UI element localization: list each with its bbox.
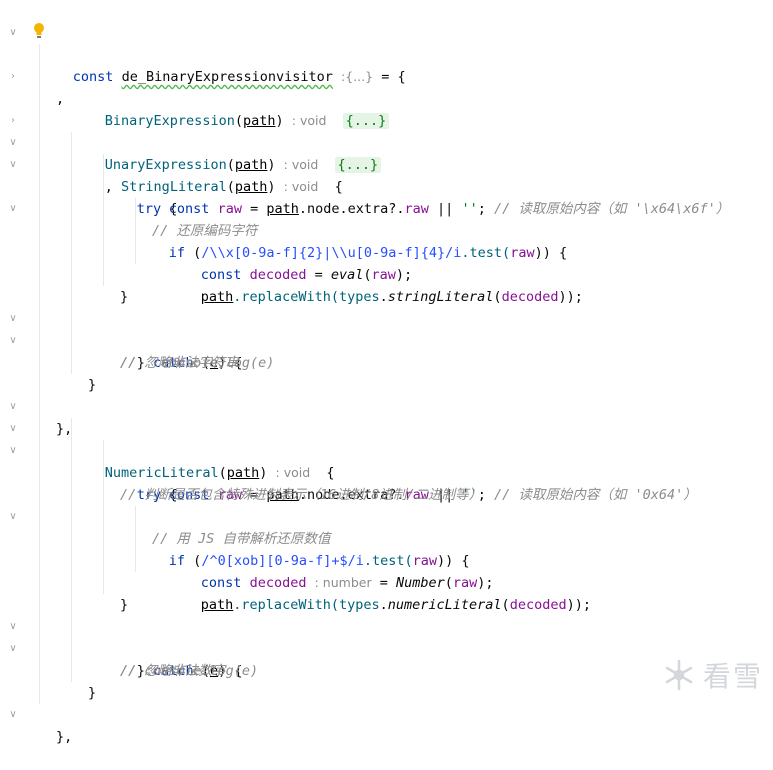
param: path: [200, 597, 234, 613]
code-line[interactable]: ∨ },: [0, 374, 72, 437]
code-line[interactable]: ∨ const de_BinaryExpressionvisitor :{...…: [0, 0, 405, 85]
comment: // 读取原始内容（如 '\x64\x6f'）: [493, 201, 730, 217]
variable: raw: [510, 245, 535, 261]
code-line[interactable]: path.replaceWith(types.stringLiteral(dec…: [0, 242, 583, 305]
code-line[interactable]: // console.log(e): [0, 638, 258, 679]
comment: // 用 JS 自带解析还原数值: [152, 531, 331, 547]
folded-region[interactable]: {...}: [342, 113, 390, 129]
code-text: },: [56, 729, 73, 745]
code-line[interactable]: // console.log(e): [0, 330, 274, 371]
fold-expanded-icon[interactable]: ∨: [8, 22, 18, 44]
code-text: = {: [373, 69, 406, 85]
keyword: const: [168, 201, 210, 217]
code-line[interactable]: ∨ , StringLiteral(path) : void {: [0, 110, 342, 195]
object-ref: types: [338, 289, 380, 305]
code-text: .: [379, 289, 388, 305]
code-line[interactable]: // 判断是否包含特殊进制表示（16进制/8进制/二进制等）: [0, 462, 482, 503]
code-line[interactable]: }: [0, 660, 96, 701]
method-name: BinaryExpression: [104, 113, 235, 129]
code-text: }: [120, 289, 129, 305]
code-line[interactable]: }: [0, 264, 128, 305]
variable: decoded: [501, 289, 559, 305]
comment: // 读取原始内容（如 '0x64'）: [493, 487, 697, 503]
string-literal: '': [461, 201, 478, 217]
variable: decoded: [509, 597, 567, 613]
function-call: stringLiteral: [387, 289, 494, 305]
type-hint: :{...}: [341, 69, 374, 84]
method-call: .replaceWith(: [233, 289, 339, 305]
code-text: ;: [477, 201, 494, 217]
code-line[interactable]: const decoded : number = Number(raw);: [0, 528, 494, 591]
code-text: .node.extra?.: [298, 201, 405, 217]
code-text: }: [88, 377, 97, 393]
param: path: [200, 289, 234, 305]
watermark: 看雪: [663, 655, 763, 695]
code-line[interactable]: ∨ try {: [0, 418, 177, 503]
code-editor[interactable]: ∨ const de_BinaryExpressionvisitor :{...…: [0, 0, 773, 745]
code-line[interactable]: const raw = path.node.extra?.raw || ''; …: [0, 154, 729, 217]
code-text: =: [241, 201, 267, 217]
variable: raw: [217, 201, 242, 217]
param: path: [266, 201, 299, 217]
code-text: }: [88, 685, 97, 701]
object-ref: types: [338, 597, 380, 613]
code-text: ||: [428, 201, 462, 217]
code-text: }: [120, 597, 129, 613]
code-line[interactable]: › UnaryExpression(path) : void {...}: [0, 88, 382, 173]
function-call: numericLiteral: [387, 597, 502, 613]
param: path: [242, 113, 276, 129]
code-text: ));: [566, 597, 591, 613]
code-text: )) {: [534, 245, 568, 261]
method-call: .replaceWith(: [233, 597, 339, 613]
code-text: .: [379, 597, 388, 613]
type-hint: : void: [291, 113, 327, 128]
code-line[interactable]: › BinaryExpression(path) : void {...}: [0, 44, 390, 129]
code-line[interactable]: ∨ if (/^0[xob][0-9a-f]+$/i.test(raw)) {: [0, 484, 469, 569]
code-text: ,: [56, 91, 65, 107]
property: raw: [404, 201, 429, 217]
code-line[interactable]: ∨ // 忽略非法数字: [0, 616, 225, 679]
code-line[interactable]: // 还原编码字符: [0, 198, 257, 239]
code-line[interactable]: }: [0, 352, 96, 393]
code-line[interactable]: ∨ NumericLiteral(path) : void {: [0, 396, 334, 481]
code-line[interactable]: ∨ } catch (e) {: [0, 286, 242, 371]
comment: // console.log(e): [120, 355, 275, 371]
code-line[interactable]: }: [0, 572, 128, 613]
comment: // console.log(e): [120, 663, 259, 679]
code-line[interactable]: ,: [0, 66, 64, 107]
snowflake-icon: [665, 659, 693, 691]
code-line[interactable]: const raw = path.node.extra?.raw || ''; …: [0, 440, 697, 503]
keyword: const: [72, 69, 114, 85]
code-text: ));: [558, 289, 583, 305]
code-line[interactable]: const decoded = eval(raw);: [0, 220, 412, 283]
visitor-name: de_BinaryExpressionvisitor: [121, 69, 333, 85]
code-line[interactable]: ∨ // 忽略非法字符串: [0, 308, 239, 371]
lightbulb-icon[interactable]: [32, 22, 46, 40]
code-line[interactable]: ∨ if (/\\x[0-9a-f]{2}|\\u[0-9a-f]{4}/i.t…: [0, 176, 567, 261]
code-line[interactable]: ∨ try {: [0, 132, 177, 217]
code-line[interactable]: // 用 JS 自带解析还原数值: [0, 506, 330, 547]
comment: // 还原编码字符: [152, 223, 258, 239]
code-text: },: [56, 421, 73, 437]
comment: // 判断是否包含特殊进制表示（16进制/8进制/二进制等）: [120, 487, 483, 503]
fold-expanded-icon[interactable]: ∨: [8, 704, 18, 726]
watermark-text: 看雪: [702, 660, 763, 693]
method-call: .test(: [461, 245, 511, 261]
code-line[interactable]: ∨ } catch (e) {: [0, 594, 242, 679]
code-line[interactable]: path.replaceWith(types.numericLiteral(de…: [0, 550, 591, 613]
code-line[interactable]: ∨ },: [0, 682, 72, 745]
indent-guide: [39, 44, 40, 704]
